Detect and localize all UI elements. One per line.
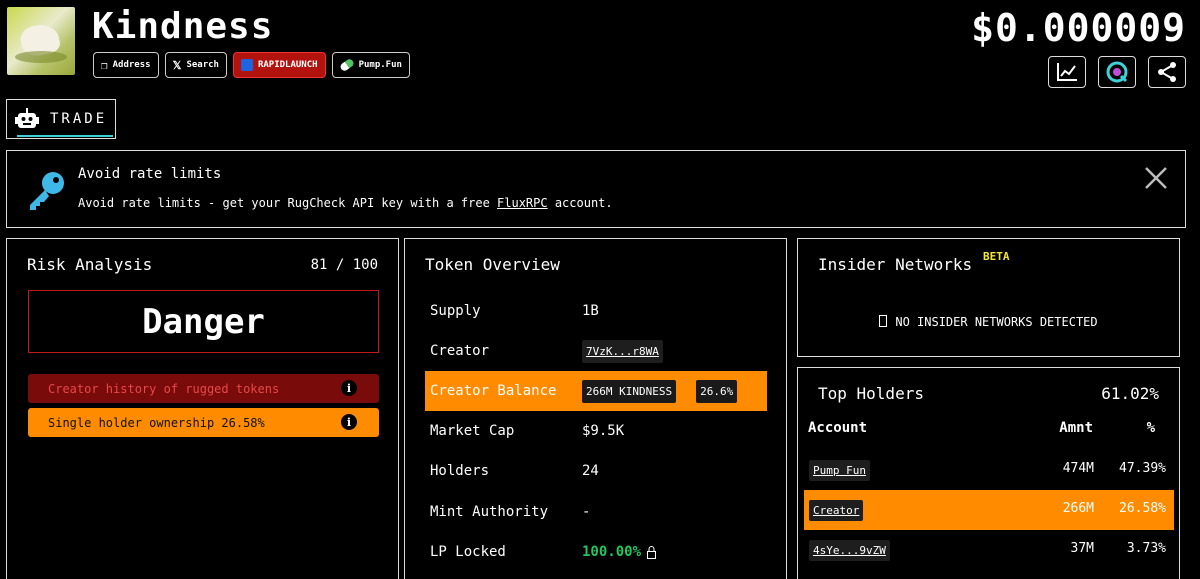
lp-locked-value: 100.00%: [582, 544, 642, 560]
holder-pct: 3.73%: [1126, 541, 1166, 556]
insider-title: Insider Networks: [818, 255, 973, 274]
top-holders-panel: Top Holders 61.02% Account Amnt % Pump F…: [797, 367, 1180, 579]
search-button[interactable]: 𝕏 Search: [164, 52, 227, 78]
creator-balance-pct: 26.6%: [696, 379, 738, 403]
holder-amount: 266M: [1062, 501, 1094, 516]
holder-pct: 47.39%: [1119, 461, 1166, 476]
fluxrpc-link[interactable]: FluxRPC: [497, 196, 548, 210]
info-icon[interactable]: i: [341, 380, 357, 396]
overview-row-market-cap: Market Cap $9.5K: [425, 411, 767, 451]
bubblemap-icon: [1106, 61, 1128, 83]
token-logo: [7, 7, 75, 75]
overview-row-creator: Creator 7VzK...r8WA: [425, 331, 767, 371]
tab-trade[interactable]: TRADE: [6, 99, 116, 139]
holder-account-link[interactable]: 4sYe...9vZW: [809, 540, 890, 561]
overview-row-mint-authority: Mint Authority -: [425, 492, 767, 532]
table-row: Pump Fun 474M 47.39%: [804, 450, 1174, 490]
banner-text-after: account.: [547, 196, 613, 210]
close-icon[interactable]: [1143, 165, 1169, 191]
share-button[interactable]: [1148, 56, 1186, 88]
holders-label: Holders: [430, 463, 490, 479]
overview-row-supply: Supply 1B: [425, 291, 767, 331]
address-label: Address: [112, 60, 151, 70]
market-cap-value: $9.5K: [582, 423, 625, 439]
token-links: ❐ Address 𝕏 Search RAPIDLAUNCH Pump.Fun: [93, 52, 410, 78]
risk-title: Risk Analysis: [27, 255, 153, 274]
rate-limit-banner: Avoid rate limits Avoid rate limits - ge…: [6, 150, 1186, 228]
token-overview-panel: Token Overview Supply 1B Creator 7VzK...…: [404, 238, 787, 579]
insider-networks-panel: Insider Networks BETA NO INSIDER NETWORK…: [797, 238, 1180, 357]
supply-value: 1B: [582, 303, 599, 319]
network-icon: [879, 315, 888, 327]
key-icon: [30, 172, 64, 210]
creator-balance-amount: 266M KINDNESS: [582, 379, 677, 403]
copy-icon: ❐: [101, 58, 108, 72]
search-label: Search: [186, 60, 219, 70]
risk-item-holder-ownership[interactable]: Single holder ownership 26.58% i: [28, 408, 379, 437]
mint-authority-value: -: [582, 504, 591, 520]
banner-title: Avoid rate limits: [78, 166, 222, 182]
pumpfun-label: Pump.Fun: [358, 60, 402, 70]
token-price: $0.000009: [971, 6, 1186, 50]
holder-amount: 37M: [1070, 541, 1094, 556]
tab-trade-label: TRADE: [50, 111, 108, 127]
insider-status-text: NO INSIDER NETWORKS DETECTED: [895, 315, 1098, 329]
token-title: Kindness: [92, 6, 274, 47]
holder-account-link[interactable]: Creator: [809, 500, 864, 521]
robot-icon: [15, 108, 39, 128]
banner-message: Avoid rate limits - get your RugCheck AP…: [78, 196, 613, 210]
creator-balance-label: Creator Balance: [430, 383, 557, 399]
overview-row-lp-locked: LP Locked 100.00%: [425, 532, 767, 572]
share-icon: [1158, 62, 1176, 82]
banner-text-before: Avoid rate limits - get your RugCheck AP…: [78, 196, 498, 210]
holders-title: Top Holders: [818, 384, 924, 403]
bubblemap-button[interactable]: [1098, 56, 1136, 88]
overview-title: Token Overview: [425, 255, 560, 274]
insider-status: NO INSIDER NETWORKS DETECTED: [798, 315, 1179, 329]
lock-icon: [647, 545, 657, 559]
rapidlaunch-label: RAPIDLAUNCH: [257, 60, 318, 70]
creator-address-link[interactable]: 7VzK...r8WA: [582, 339, 663, 363]
risk-item-label: Creator history of rugged tokens: [48, 381, 280, 396]
mint-authority-label: Mint Authority: [430, 504, 549, 520]
x-logo-icon: 𝕏: [172, 58, 182, 72]
holder-pct: 26.58%: [1119, 501, 1166, 516]
supply-label: Supply: [430, 303, 481, 319]
holders-total-pct: 61.02%: [1101, 384, 1159, 403]
token-header: Kindness ❐ Address 𝕏 Search RAPIDLAUNCH …: [0, 0, 1200, 95]
risk-item-rugged-history[interactable]: Creator history of rugged tokens i: [28, 374, 379, 403]
rapidlaunch-button[interactable]: RAPIDLAUNCH: [232, 52, 326, 78]
rapidlaunch-icon: [240, 59, 253, 71]
info-icon[interactable]: i: [341, 414, 357, 430]
holder-account-link[interactable]: Pump Fun: [809, 460, 870, 481]
pill-icon: [338, 57, 355, 73]
creator-label: Creator: [430, 343, 490, 359]
col-account: Account: [808, 420, 868, 436]
col-pct: %: [1146, 420, 1155, 436]
overview-row-creator-balance: Creator Balance 266M KINDNESS 26.6%: [425, 371, 767, 411]
risk-analysis-panel: Risk Analysis 81 / 100 Danger Creator hi…: [6, 238, 399, 579]
header-actions: [1048, 56, 1186, 88]
risk-level: Danger: [28, 290, 379, 353]
table-row: Creator 266M 26.58%: [804, 490, 1174, 530]
chart-icon: [1057, 63, 1077, 81]
risk-score: 81 / 100: [310, 257, 378, 273]
holders-value: 24: [582, 463, 599, 479]
market-cap-label: Market Cap: [430, 423, 515, 439]
overview-row-holders: Holders 24: [425, 451, 767, 491]
holder-amount: 474M: [1062, 461, 1094, 476]
risk-item-label: Single holder ownership 26.58%: [48, 415, 265, 430]
address-button[interactable]: ❐ Address: [93, 52, 159, 78]
pumpfun-button[interactable]: Pump.Fun: [331, 52, 410, 78]
beta-badge: BETA: [983, 250, 1010, 263]
lp-locked-label: LP Locked: [430, 544, 506, 560]
table-row: 4sYe...9vZW 37M 3.73%: [804, 530, 1174, 570]
col-amount: Amnt: [1059, 420, 1093, 436]
chart-button[interactable]: [1048, 56, 1086, 88]
